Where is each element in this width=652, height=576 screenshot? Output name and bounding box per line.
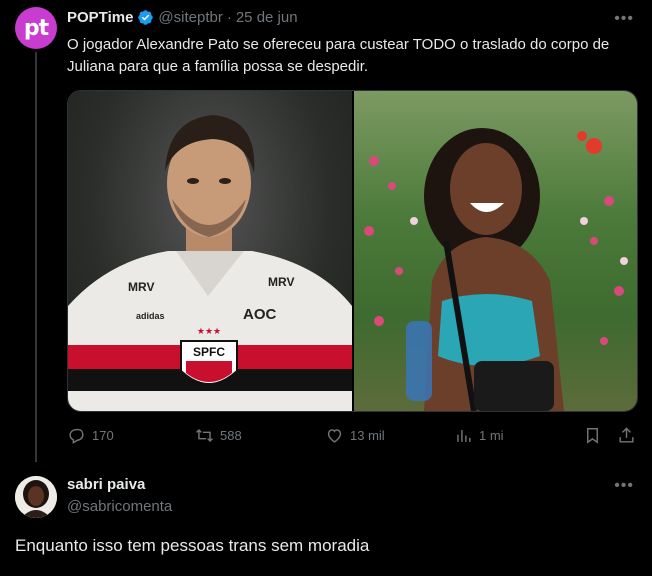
like-action[interactable]: 13 mil <box>325 426 385 445</box>
reply-count: 170 <box>92 428 114 443</box>
reply-more-options-icon[interactable]: ••• <box>614 477 634 495</box>
bookmark-icon <box>587 428 598 444</box>
jersey-brand-right: MRV <box>268 275 294 289</box>
share-icon <box>619 427 634 443</box>
crest-stars-icon: ★★★ <box>197 326 221 336</box>
reply-action[interactable]: 170 <box>67 426 114 445</box>
tweet-date[interactable]: 25 de jun <box>236 9 298 26</box>
bookmark-action[interactable] <box>583 426 602 445</box>
views-count: 1 mi <box>479 428 504 443</box>
tweet-actions: 170 588 13 mil 1 mi <box>67 426 637 446</box>
jersey-maker: adidas <box>136 311 165 321</box>
views-icon <box>457 429 471 442</box>
tweet-media[interactable]: SPFC ★★★ MRV MRV AOC adidas <box>67 90 638 412</box>
jersey-sponsor: AOC <box>243 306 277 323</box>
repost-action[interactable]: 588 <box>195 426 242 445</box>
verified-badge-icon <box>138 10 154 25</box>
player-illustration: SPFC ★★★ MRV MRV AOC adidas <box>68 115 352 411</box>
repost-count: 588 <box>220 428 242 443</box>
views-action[interactable]: 1 mi <box>454 426 504 445</box>
reply-icon <box>69 428 84 444</box>
avatar-logo-text: pt <box>23 15 49 41</box>
media-photo-woman[interactable] <box>353 91 637 411</box>
tweet-header: POPTime @siteptbr · 25 de jun <box>67 9 298 26</box>
reply-tweet[interactable]: sabri paiva @sabricomenta ••• Enquanto i… <box>0 458 652 576</box>
author-handle[interactable]: @siteptbr <box>158 9 222 26</box>
thread-line <box>35 52 37 462</box>
jersey-brand-left: MRV <box>128 280 154 294</box>
crest-text: SPFC <box>193 345 225 359</box>
reply-author-avatar[interactable] <box>15 476 57 518</box>
header-separator: · <box>226 9 232 26</box>
reply-avatar-illustration <box>15 476 57 518</box>
reply-text: Enquanto isso tem pessoas trans sem mora… <box>15 536 370 555</box>
heart-icon <box>327 429 342 443</box>
author-avatar[interactable]: pt <box>15 7 57 49</box>
author-name[interactable]: POPTime <box>67 9 133 26</box>
media-photo-player[interactable]: SPFC ★★★ MRV MRV AOC adidas <box>68 91 352 411</box>
tweet[interactable]: pt POPTime @siteptbr · 25 de jun ••• O j… <box>0 0 652 462</box>
reply-author-name[interactable]: sabri paiva <box>67 476 145 493</box>
repost-icon <box>196 428 213 443</box>
reply-author-handle[interactable]: @sabricomenta <box>67 498 172 515</box>
more-options-icon[interactable]: ••• <box>614 10 634 28</box>
share-action[interactable] <box>617 426 636 445</box>
like-count: 13 mil <box>350 428 385 443</box>
tweet-text: O jogador Alexandre Pato se ofereceu par… <box>67 36 610 75</box>
woman-illustration <box>363 128 628 411</box>
